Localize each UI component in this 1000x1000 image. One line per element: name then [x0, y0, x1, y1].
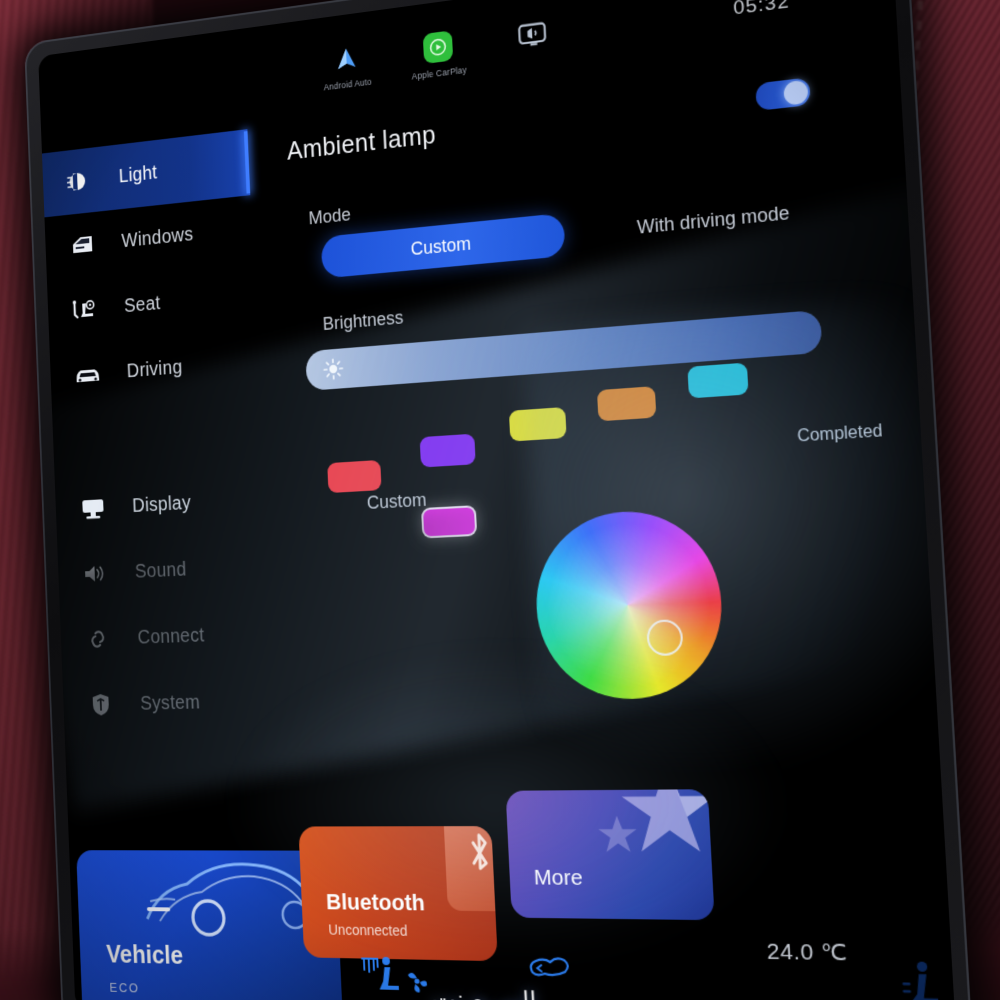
star-small-icon: [596, 813, 640, 855]
card-vehicle-subtitle: ECO: [109, 979, 140, 996]
sidebar-item-seat-label: Seat: [123, 292, 161, 317]
watermark: المربع نت: [431, 984, 538, 1000]
card-bluetooth-title: Bluetooth: [325, 889, 426, 916]
color-wheel[interactable]: [532, 507, 727, 701]
seat-right-icon[interactable]: [885, 951, 948, 1000]
shield-icon: [82, 688, 120, 722]
screen-glass: Android Auto Apple CarPlay 05:32 Light W…: [38, 0, 957, 1000]
android-auto-icon: [330, 40, 363, 78]
car-door-icon: [64, 228, 101, 264]
sidebar-item-windows-label: Windows: [121, 223, 194, 252]
status-android-auto[interactable]: Android Auto: [313, 38, 381, 94]
color-swatch-purple[interactable]: [419, 433, 476, 468]
status-android-auto-label: Android Auto: [323, 76, 372, 93]
screen-stage: Android Auto Apple CarPlay 05:32 Light W…: [0, 0, 1000, 1000]
custom-color-label: Custom: [366, 489, 427, 514]
status-apple-carplay-label: Apple CarPlay: [411, 64, 468, 82]
photo-scene: Android Auto Apple CarPlay 05:32 Light W…: [0, 0, 1000, 1000]
sidebar-group-system: Display Sound Connect System: [55, 465, 274, 738]
status-apple-carplay[interactable]: Apple CarPlay: [403, 26, 473, 83]
screen-cast-icon: [514, 16, 550, 55]
color-swatch-orange[interactable]: [596, 386, 657, 422]
sidebar-item-sound[interactable]: Sound: [57, 532, 268, 608]
sidebar-item-system-label: System: [139, 691, 201, 715]
climate-bar: 24.0 ℃: [344, 924, 956, 1000]
monitor-icon: [74, 491, 112, 526]
status-clock: 05:32: [732, 0, 791, 20]
star-icon: [616, 789, 715, 860]
sun-icon: [322, 357, 344, 380]
color-swatch-custom-magenta[interactable]: [421, 505, 478, 539]
ambient-lamp-power-toggle[interactable]: [755, 77, 811, 111]
bluetooth-icon: [442, 826, 498, 912]
sidebar-item-connect-label: Connect: [137, 624, 205, 648]
mode-segmented-control: Custom With driving mode: [310, 182, 876, 281]
color-swatch-cyan[interactable]: [687, 362, 749, 399]
sidebar-item-light-label: Light: [118, 161, 158, 187]
bottom-dock: Vehicle ECO Bluetooth Unconnected More 2…: [64, 701, 956, 1000]
sidebar-item-display[interactable]: Display: [55, 465, 265, 543]
brightness-label: Brightness: [322, 307, 404, 335]
toggle-knob: [783, 79, 809, 106]
seat-adjust-icon: [66, 292, 104, 328]
sidebar-item-connect[interactable]: Connect: [60, 600, 271, 673]
mode-option-custom[interactable]: Custom: [320, 212, 566, 279]
card-vehicle-title: Vehicle: [105, 940, 184, 970]
sidebar-item-display-label: Display: [131, 491, 192, 517]
headlight-icon: [61, 163, 98, 199]
mode-label: Mode: [308, 204, 352, 229]
sidebar-item-sound-label: Sound: [134, 558, 187, 583]
color-swatch-red[interactable]: [327, 459, 382, 494]
status-badge: Completed: [796, 422, 884, 446]
color-wheel-selector[interactable]: [646, 619, 684, 657]
sidebar-item-driving-label: Driving: [126, 356, 183, 382]
color-wheel-picker[interactable]: [532, 507, 727, 701]
apple-carplay-icon: [421, 28, 456, 66]
car-front-icon: [69, 357, 107, 392]
climate-temperature[interactable]: 24.0 ℃: [766, 938, 848, 967]
link-icon: [79, 622, 117, 656]
speaker-icon: [77, 557, 115, 591]
sidebar-group-vehicle: Light Windows Seat Driving: [41, 129, 259, 410]
fan-icon[interactable]: [404, 968, 431, 1000]
color-swatch-yellow[interactable]: [508, 406, 567, 442]
page-title: Ambient lamp: [286, 120, 437, 166]
infotainment-screen[interactable]: Android Auto Apple CarPlay 05:32 Light W…: [24, 0, 974, 1000]
mode-option-with-driving-mode[interactable]: With driving mode: [602, 187, 827, 252]
